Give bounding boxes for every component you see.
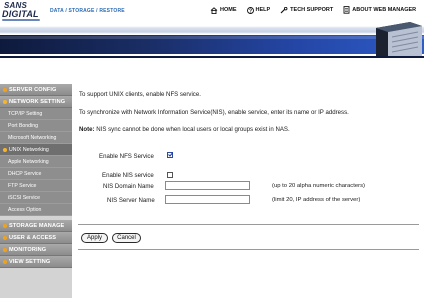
- sidebar: SERVER CONFIG NETWORK SETTING TCP/IP Set…: [0, 84, 72, 298]
- document-icon: [343, 6, 350, 14]
- sidebar-item-label: SERVER CONFIG: [9, 86, 57, 93]
- nis-domain-hint: (up to 20 alpha numeric characters): [272, 183, 365, 189]
- banner-shine: [0, 36, 424, 39]
- help-link-label: HELP: [255, 7, 271, 13]
- svg-text:?: ?: [248, 8, 251, 14]
- top-links: HOME ? HELP TECH SUPPORT ABOUT WEB MANAG…: [210, 4, 416, 16]
- home-icon: [210, 6, 218, 14]
- nis-server-field[interactable]: [165, 195, 250, 204]
- nis-server-hint: (limit 20, IP address of the server): [272, 197, 361, 203]
- apply-button[interactable]: Apply: [81, 233, 108, 243]
- sidebar-subitem-iscsi-service[interactable]: iSCSI Service: [0, 192, 72, 204]
- sidebar-subitem-ftp-service[interactable]: FTP Service: [0, 180, 72, 192]
- help-link[interactable]: ? HELP: [246, 6, 271, 14]
- home-link[interactable]: HOME: [210, 6, 237, 14]
- sidebar-subitem-microsoft-networking[interactable]: Microsoft Networking: [0, 132, 72, 144]
- sidebar-subitem-tcpip[interactable]: TCP/IP Setting: [0, 108, 72, 120]
- intro-text-2: To synchronize with Network Information …: [79, 109, 349, 116]
- checkmark-icon: [168, 152, 173, 157]
- nis-server-label: NIS Server Name: [107, 197, 155, 204]
- sans-digital-logo[interactable]: SANS DIGITAL: [2, 1, 42, 21]
- sidebar-item-server-config[interactable]: SERVER CONFIG: [0, 84, 72, 96]
- sidebar-item-label: STORAGE MANAGE: [9, 222, 65, 229]
- sidebar-subitem-label: UNIX Networking: [9, 146, 49, 153]
- sidebar-item-label: MONITORING: [9, 246, 47, 253]
- sidebar-item-monitoring[interactable]: MONITORING: [0, 244, 72, 256]
- sidebar-subitem-unix-networking[interactable]: UNIX Networking: [0, 144, 72, 156]
- note-body: NIS sync cannot be done when local users…: [94, 126, 290, 133]
- note-label: Note:: [79, 126, 95, 133]
- bullet-icon: [3, 247, 7, 252]
- about-link-label: ABOUT WEB MANAGER: [352, 7, 417, 13]
- nis-service-label: Enable NIS service: [102, 172, 154, 179]
- wrench-icon: [280, 6, 288, 13]
- breadcrumb: DATA / STORAGE / RESTORE: [50, 8, 125, 14]
- top-bar: SANS DIGITAL DATA / STORAGE / RESTORE HO…: [0, 0, 424, 22]
- note-text: Note: NIS sync cannot be done when local…: [79, 126, 290, 133]
- sidebar-item-label: NETWORK SETTING: [9, 98, 66, 105]
- logo-line-2: DIGITAL: [2, 9, 39, 19]
- help-icon: ?: [246, 6, 254, 14]
- sidebar-item-label: USER & ACCESS: [9, 234, 57, 241]
- sidebar-item-view-setting[interactable]: VIEW SETTING: [0, 256, 72, 268]
- cancel-button[interactable]: Cancel: [112, 233, 141, 243]
- divider-bottom: [78, 249, 419, 250]
- enable-nis-checkbox[interactable]: [167, 172, 173, 178]
- nis-domain-field[interactable]: [165, 181, 250, 190]
- about-link[interactable]: ABOUT WEB MANAGER: [343, 6, 416, 14]
- enable-nfs-checkbox[interactable]: [167, 152, 173, 158]
- tech-support-link[interactable]: TECH SUPPORT: [280, 6, 334, 14]
- intro-text-1: To support UNIX clients, enable NFS serv…: [79, 91, 201, 98]
- sidebar-subitem-apple-networking[interactable]: Apple Networking: [0, 156, 72, 168]
- home-link-label: HOME: [220, 7, 237, 13]
- bullet-icon: [3, 99, 7, 104]
- tech-support-link-label: TECH SUPPORT: [290, 7, 334, 13]
- main-content: To support UNIX clients, enable NFS serv…: [72, 84, 424, 298]
- sidebar-item-network-setting[interactable]: NETWORK SETTING: [0, 96, 72, 108]
- nfs-service-label: Enable NFS Service: [99, 153, 154, 160]
- sidebar-subitem-dhcp-service[interactable]: DHCP Service: [0, 168, 72, 180]
- nas-server-icon: [376, 22, 422, 56]
- divider-top: [78, 224, 419, 225]
- header-banner: [0, 22, 424, 56]
- bullet-icon: [3, 259, 7, 264]
- sidebar-item-storage-manage[interactable]: STORAGE MANAGE: [0, 220, 72, 232]
- nis-domain-label: NIS Domain Name: [103, 183, 154, 190]
- bullet-icon: [3, 223, 7, 228]
- sidebar-subitem-access-option[interactable]: Access Option: [0, 204, 72, 216]
- sidebar-subitem-port-bonding[interactable]: Port Bonding: [0, 120, 72, 132]
- header-divider-strip: [0, 56, 424, 58]
- bullet-icon: [3, 87, 7, 92]
- sidebar-item-user-access[interactable]: USER & ACCESS: [0, 232, 72, 244]
- sidebar-item-label: VIEW SETTING: [9, 258, 51, 265]
- current-page-indicator-icon: [3, 147, 7, 152]
- bullet-icon: [3, 235, 7, 240]
- logo-swoosh: [2, 19, 40, 21]
- header-divider: [0, 56, 424, 78]
